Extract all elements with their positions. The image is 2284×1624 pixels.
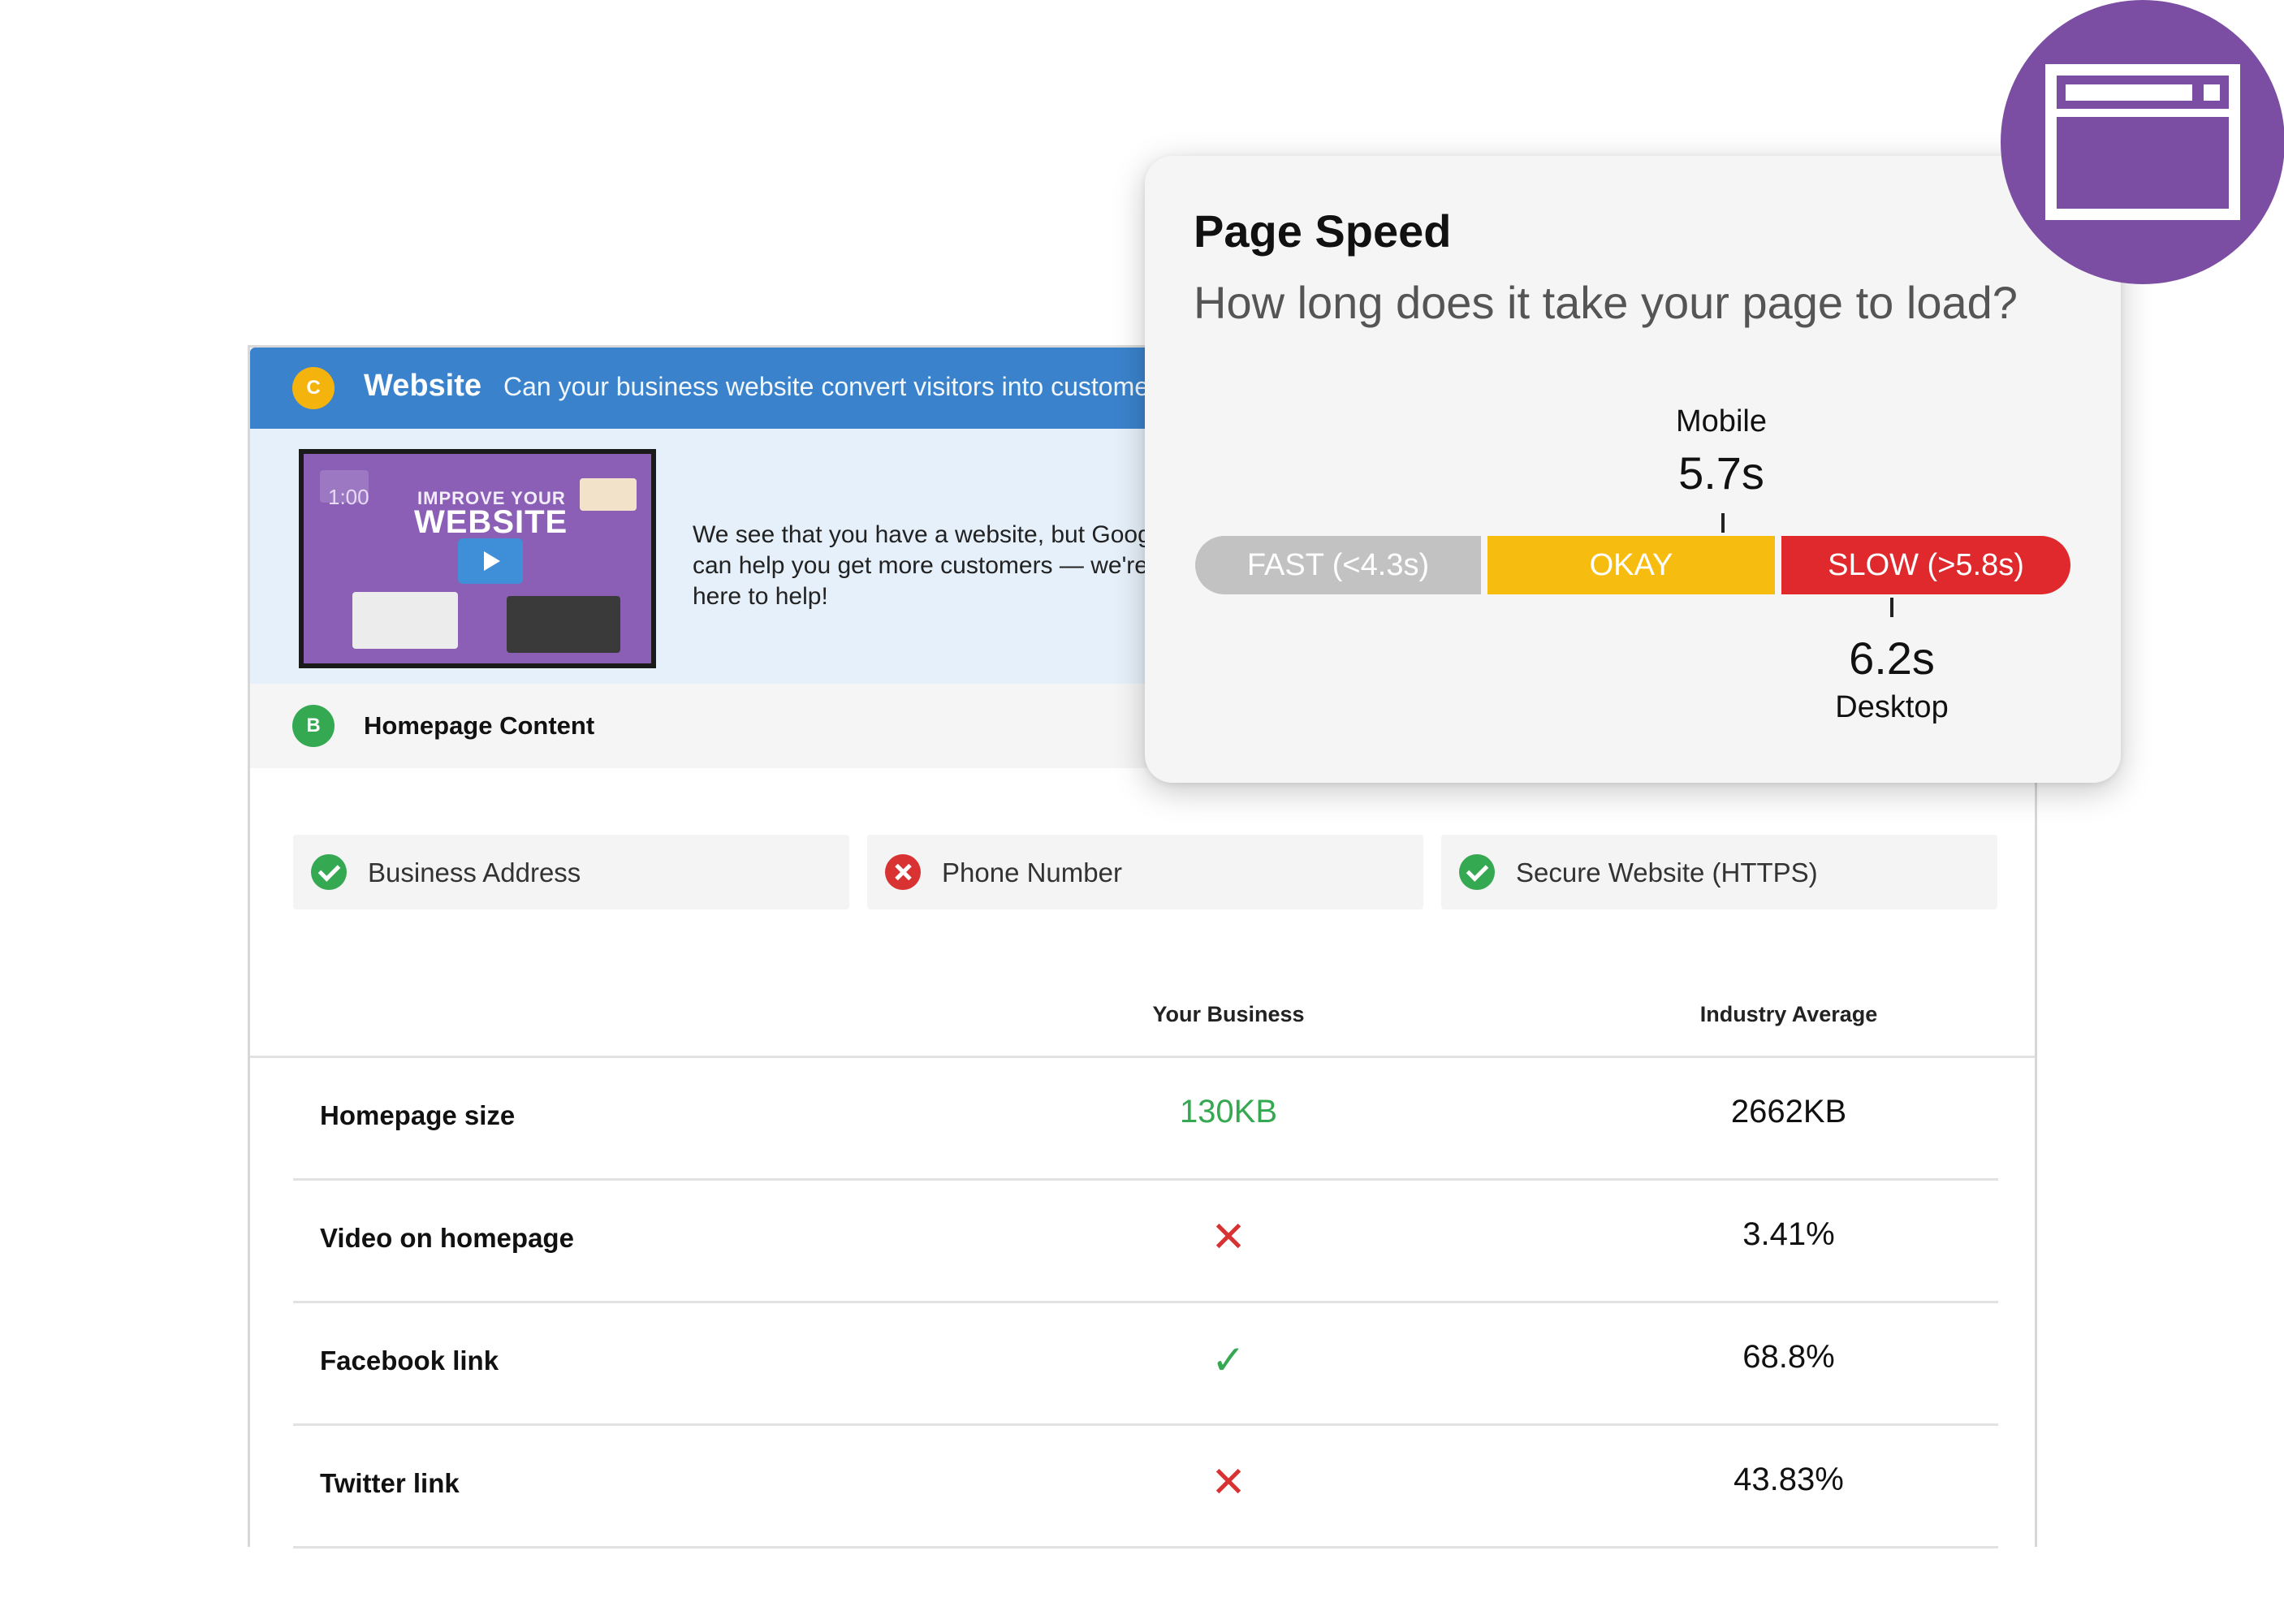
laptop-illustration bbox=[352, 592, 458, 649]
speed-segment-fast: FAST (<4.3s) bbox=[1195, 536, 1481, 594]
checkmark-icon: ✓ bbox=[1211, 1337, 1246, 1383]
desktop-label: Desktop bbox=[1835, 690, 1949, 724]
check-circle-icon bbox=[311, 854, 347, 890]
page-speed-question: How long does it take your page to load? bbox=[1194, 277, 2018, 328]
x-icon: ✕ bbox=[1211, 1214, 1246, 1261]
desktop-value: 6.2s bbox=[1849, 633, 1935, 684]
table-row: Homepage size 130KB 2662KB bbox=[293, 1058, 1998, 1181]
row-label: Video on homepage bbox=[320, 1223, 574, 1253]
x-circle-icon bbox=[885, 854, 921, 890]
mobile-value: 5.7s bbox=[1678, 447, 1764, 499]
improve-website-video[interactable]: 1:00 IMPROVE YOUR WEBSITE bbox=[299, 449, 656, 668]
homepage-content-title: Homepage Content bbox=[364, 711, 595, 740]
video-duration: 1:00 bbox=[328, 485, 369, 509]
check-label: Business Address bbox=[368, 857, 581, 888]
speed-segment-slow: SLOW (>5.8s) bbox=[1781, 536, 2070, 594]
check-business-address: Business Address bbox=[293, 835, 849, 909]
website-message: We see that you have a website, but Goog… bbox=[693, 521, 1171, 610]
mobile-marker-tick bbox=[1721, 513, 1725, 533]
check-label: Phone Number bbox=[942, 857, 1122, 888]
video-caption-big: WEBSITE bbox=[414, 504, 568, 540]
browser-window-glyph bbox=[2045, 64, 2240, 220]
page-speed-card: Page Speed How long does it take your pa… bbox=[1145, 156, 2121, 783]
website-grade-badge: C bbox=[292, 367, 335, 409]
desktop-marker-tick bbox=[1890, 598, 1893, 617]
row-label: Facebook link bbox=[320, 1345, 499, 1376]
check-secure-website: Secure Website (HTTPS) bbox=[1441, 835, 1997, 909]
play-icon[interactable] bbox=[458, 538, 523, 584]
check-phone-number: Phone Number bbox=[867, 835, 1423, 909]
row-label: Twitter link bbox=[320, 1468, 460, 1498]
homepage-grade-badge: B bbox=[292, 705, 335, 747]
table-row: Twitter link ✕ 43.83% bbox=[293, 1426, 1998, 1548]
browser-window-icon bbox=[2001, 0, 2284, 284]
row-average-value: 3.41% bbox=[1742, 1216, 1835, 1252]
website-section-subtitle: Can your business website convert visito… bbox=[503, 372, 1185, 401]
column-header-your-business: Your Business bbox=[1152, 1002, 1305, 1026]
speed-scale-bar: FAST (<4.3s) OKAY SLOW (>5.8s) bbox=[1195, 536, 2070, 594]
speed-segment-okay: OKAY bbox=[1487, 536, 1775, 594]
table-row: Video on homepage ✕ 3.41% bbox=[293, 1181, 1998, 1303]
row-label: Homepage size bbox=[320, 1100, 516, 1130]
website-section-title: Website bbox=[364, 369, 482, 403]
row-average-value: 43.83% bbox=[1734, 1462, 1844, 1497]
column-header-industry-average: Industry Average bbox=[1699, 1002, 1878, 1026]
row-average-value: 2662KB bbox=[1730, 1094, 1847, 1129]
check-circle-icon bbox=[1459, 854, 1495, 890]
page-speed-title: Page Speed bbox=[1194, 205, 1452, 257]
laptop-illustration bbox=[507, 596, 620, 653]
card-illustration bbox=[580, 478, 637, 511]
mobile-label: Mobile bbox=[1676, 404, 1767, 438]
x-icon: ✕ bbox=[1211, 1459, 1246, 1506]
check-label: Secure Website (HTTPS) bbox=[1516, 857, 1818, 888]
row-your-value: 130KB bbox=[1179, 1094, 1278, 1129]
table-row: Facebook link ✓ 68.8% bbox=[293, 1303, 1998, 1426]
row-average-value: 68.8% bbox=[1742, 1339, 1835, 1375]
